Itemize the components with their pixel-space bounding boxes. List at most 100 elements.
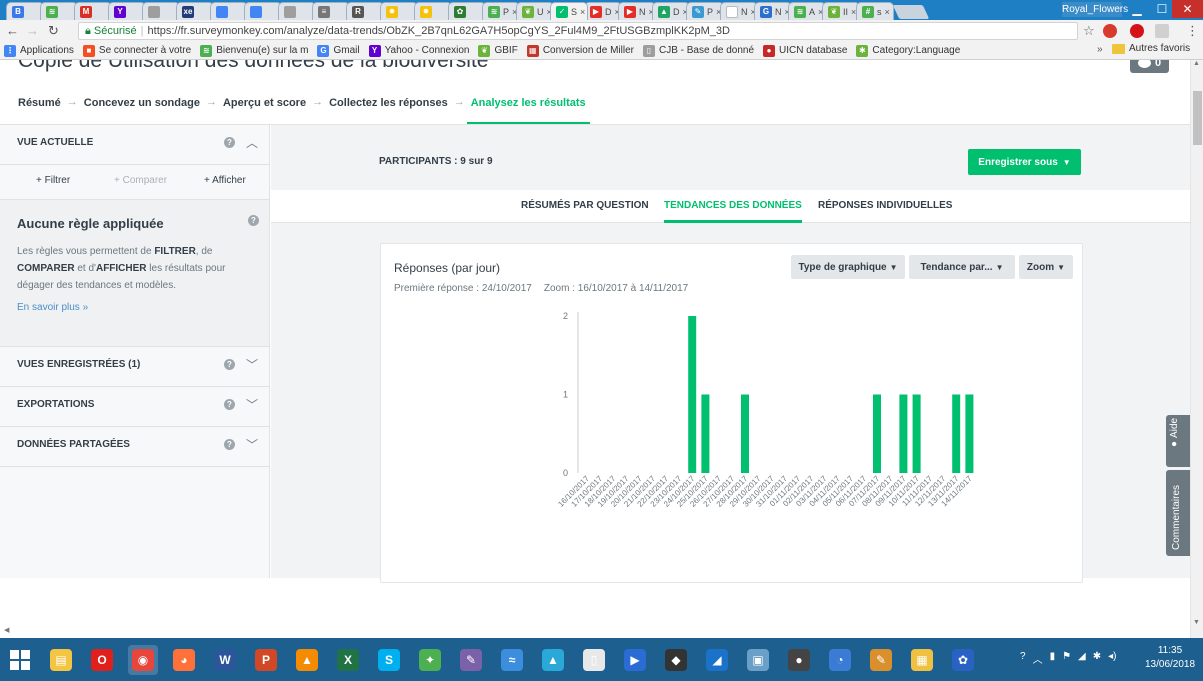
close-tab-icon[interactable]: × xyxy=(580,7,585,17)
bookmark-star-icon[interactable]: ☆ xyxy=(1083,23,1095,39)
other-bookmarks-folder[interactable]: Autres favoris xyxy=(1112,43,1190,54)
app-icon[interactable]: ◢ xyxy=(702,645,732,675)
step-link[interactable]: Analysez les résultats xyxy=(466,96,590,125)
chart-bar[interactable] xyxy=(701,394,710,474)
browser-tab[interactable]: ✓ S × xyxy=(550,2,588,20)
chevron-down-icon[interactable]: ﹀ xyxy=(246,436,258,453)
bookmark-item[interactable]: ■ Se connecter à votre xyxy=(82,44,191,57)
browser-tab[interactable]: ≋ A × xyxy=(788,2,826,20)
scroll-left-icon[interactable]: ◀ xyxy=(4,626,9,634)
filter-button[interactable]: + Filtrer xyxy=(36,175,70,186)
file-explorer-icon[interactable]: ▤ xyxy=(46,645,76,675)
network-icon[interactable]: ▮ xyxy=(1050,651,1056,666)
zoom-dropdown[interactable]: Zoom ▼ xyxy=(1019,255,1073,279)
bookmark-item[interactable]: ▯ CJB - Base de donné xyxy=(642,44,754,57)
bookmark-item[interactable]: G Gmail xyxy=(317,44,360,57)
chevron-up-icon[interactable]: ︿ xyxy=(1033,651,1043,666)
bookmarks-overflow-icon[interactable]: » xyxy=(1097,44,1103,55)
browser-menu-icon[interactable]: ⋮ xyxy=(1186,23,1199,39)
browser-tab[interactable]: xe xyxy=(176,2,214,20)
app-icon[interactable]: ◔ xyxy=(825,645,855,675)
tab-question-summaries[interactable]: RÉSUMÉS PAR QUESTION xyxy=(521,190,649,223)
app-icon[interactable]: ▦ xyxy=(907,645,937,675)
help-question-icon[interactable]: ? xyxy=(224,439,235,450)
scrollbar-thumb[interactable] xyxy=(1193,91,1202,145)
browser-tab[interactable]: ≡ xyxy=(312,2,350,20)
close-window-icon[interactable]: ✕ xyxy=(1172,0,1203,18)
bookmark-item[interactable]: ▦ Conversion de Miller xyxy=(526,44,634,57)
app-icon[interactable]: ✦ xyxy=(415,645,445,675)
browser-tab[interactable]: ▶D× xyxy=(584,2,622,20)
chevron-down-icon[interactable]: ﹀ xyxy=(246,396,258,413)
chart-bar[interactable] xyxy=(912,394,921,474)
browser-tab[interactable]: ❦ II × xyxy=(822,2,860,20)
bluetooth-icon[interactable]: ✱ xyxy=(1093,651,1101,666)
shared-data-section[interactable]: DONNÉES PARTAGÉES ? ﹀ xyxy=(0,427,269,467)
saved-views-section[interactable]: VUES ENREGISTRÉES (1) ? ﹀ xyxy=(0,347,269,387)
reload-icon[interactable]: ↻ xyxy=(48,23,59,39)
browser-tab[interactable]: ≋ xyxy=(40,2,78,20)
app-icon[interactable]: ● xyxy=(784,645,814,675)
vertical-scrollbar[interactable]: ▲ ▼ xyxy=(1190,60,1203,638)
media-icon[interactable]: ▶ xyxy=(620,645,650,675)
trend-by-dropdown[interactable]: Tendance par... ▼ xyxy=(909,255,1015,279)
chart-type-dropdown[interactable]: Type de graphique ▼ xyxy=(791,255,905,279)
step-link[interactable]: Collectez les réponses xyxy=(329,96,448,120)
chart-bar[interactable] xyxy=(688,316,697,473)
vlc-icon[interactable]: ▲ xyxy=(292,645,322,675)
settings-icon[interactable]: ✿ xyxy=(948,645,978,675)
bookmark-item[interactable]: ⋮ Applications xyxy=(4,44,74,57)
scroll-down-icon[interactable]: ▼ xyxy=(1193,619,1200,626)
browser-tab[interactable] xyxy=(142,2,180,20)
excel-icon[interactable]: X xyxy=(333,645,363,675)
app-icon[interactable]: ▲ xyxy=(538,645,568,675)
help-tab[interactable]: ● Aide xyxy=(1166,415,1190,467)
browser-tab[interactable] xyxy=(244,2,282,20)
save-as-button[interactable]: Enregistrer sous ▼ xyxy=(968,149,1081,175)
comments-tab[interactable]: Commentaires xyxy=(1166,470,1190,556)
bookmark-item[interactable]: ✱ Category:Language xyxy=(856,44,960,57)
tab-individual-responses[interactable]: RÉPONSES INDIVIDUELLES xyxy=(818,190,952,223)
close-tab-icon[interactable]: × xyxy=(885,7,890,17)
chevron-down-icon[interactable]: ﹀ xyxy=(246,356,258,373)
help-question-icon[interactable]: ? xyxy=(224,137,235,148)
step-link[interactable]: Aperçu et score xyxy=(223,96,306,120)
bookmark-item[interactable]: ● UICN database xyxy=(763,44,847,57)
chart-bar[interactable] xyxy=(741,394,749,474)
browser-tab[interactable]: GN× xyxy=(754,2,792,20)
bookmark-item[interactable]: ≋ Bienvenu(e) sur la m xyxy=(200,44,308,57)
browser-tab[interactable]: B xyxy=(6,2,44,20)
chart-bar[interactable] xyxy=(952,394,961,474)
flag-icon[interactable]: ⚑ xyxy=(1062,651,1071,666)
firefox-icon[interactable]: ◕ xyxy=(169,645,199,675)
browser-tab[interactable]: ✸ xyxy=(380,2,418,20)
app-icon[interactable]: ✎ xyxy=(456,645,486,675)
windows-start-icon[interactable] xyxy=(10,650,30,670)
opera-extension-icon[interactable] xyxy=(1130,24,1144,38)
step-link[interactable]: Résumé xyxy=(18,96,61,120)
forward-arrow-icon[interactable]: → xyxy=(26,23,39,38)
exports-section[interactable]: EXPORTATIONS ? ﹀ xyxy=(0,387,269,427)
new-tab-button[interactable] xyxy=(892,5,930,19)
chart-bar[interactable] xyxy=(899,394,908,474)
comments-count-button[interactable]: 0 xyxy=(1130,60,1169,73)
chrome-icon[interactable]: ◉ xyxy=(128,645,158,675)
browser-tab[interactable]: ≋ P × xyxy=(482,2,520,20)
skype-icon[interactable]: S xyxy=(374,645,404,675)
step-link[interactable]: Concevez un sondage xyxy=(84,96,200,120)
browser-tab[interactable]: N× xyxy=(720,2,758,20)
url-input[interactable]: 🔒︎ Sécurisé | https://fr.surveymonkey.com/a… xyxy=(78,22,1078,40)
volume-icon[interactable]: ◂) xyxy=(1108,651,1116,666)
browser-tab[interactable] xyxy=(278,2,316,20)
minimize-icon[interactable]: ▁ xyxy=(1124,0,1150,18)
app-icon[interactable]: ≈ xyxy=(497,645,527,675)
show-button[interactable]: + Afficher xyxy=(204,175,246,186)
bookmark-item[interactable]: ❦ GBIF xyxy=(478,44,518,57)
powerpoint-icon[interactable]: P xyxy=(251,645,281,675)
browser-tab[interactable]: ▲D× xyxy=(652,2,690,20)
help-question-icon[interactable]: ? xyxy=(248,215,259,226)
extension-icon[interactable] xyxy=(1155,24,1169,38)
browser-tab[interactable]: M xyxy=(74,2,112,20)
browser-tab[interactable]: ❦U× xyxy=(516,2,554,20)
browser-tab[interactable]: ▶N× xyxy=(618,2,656,20)
